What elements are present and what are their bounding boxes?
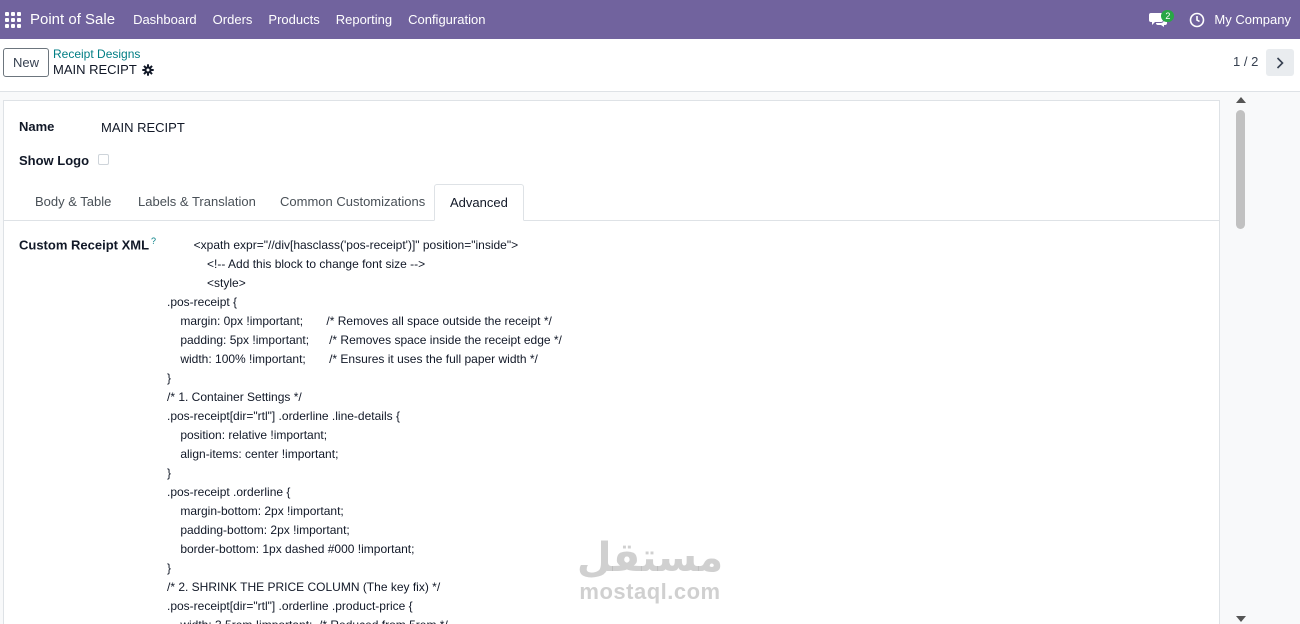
breadcrumb-receipt-designs[interactable]: Receipt Designs	[53, 47, 140, 61]
menu-orders[interactable]: Orders	[213, 12, 253, 27]
code-line: margin-bottom: 2px !important;	[167, 504, 344, 518]
scroll-down-arrow-icon[interactable]	[1236, 616, 1246, 622]
code-line: <xpath expr="//div[hasclass('pos-receipt…	[167, 238, 519, 252]
menu-reporting[interactable]: Reporting	[336, 12, 392, 27]
navbar-systray: 2 My Company	[1149, 0, 1291, 39]
code-line: position: relative !important;	[167, 428, 328, 442]
name-label: Name	[19, 119, 55, 134]
chat-badge: 2	[1161, 9, 1175, 22]
pager-value[interactable]: 1 / 2	[1233, 54, 1258, 69]
scroll-thumb[interactable]	[1236, 110, 1245, 229]
watermark: مستقل mostaql.com	[570, 536, 730, 604]
tab-labels-translation[interactable]: Labels & Translation	[123, 184, 271, 220]
watermark-latin: mostaql.com	[579, 579, 721, 604]
control-panel: New Receipt Designs MAIN RECIPT 1 / 2	[0, 39, 1300, 92]
menu-products[interactable]: Products	[268, 12, 319, 27]
vertical-scrollbar[interactable]	[1231, 92, 1250, 624]
watermark-arabic: مستقل	[576, 535, 724, 581]
code-line: width: 100% !important; /* Ensures it us…	[167, 352, 538, 366]
gear-icon[interactable]	[142, 63, 154, 76]
company-switcher[interactable]: My Company	[1214, 12, 1291, 27]
menu-configuration[interactable]: Configuration	[408, 12, 485, 27]
code-line: width: 3.5rem !important; /* Reduced fro…	[167, 616, 562, 624]
apps-grid-icon[interactable]	[5, 11, 21, 28]
code-line: <!-- Add this block to change font size …	[167, 257, 426, 271]
record-title: MAIN RECIPT	[53, 62, 154, 77]
code-line: /* 1. Container Settings */	[167, 390, 302, 404]
custom-receipt-xml-editor[interactable]: <xpath expr="//div[hasclass('pos-receipt…	[167, 236, 562, 624]
scroll-up-arrow-icon[interactable]	[1236, 97, 1246, 103]
app-brand[interactable]: Point of Sale	[30, 11, 115, 28]
menu-dashboard[interactable]: Dashboard	[133, 12, 197, 27]
record-title-text: MAIN RECIPT	[53, 62, 137, 77]
code-line: .pos-receipt[dir="rtl"] .orderline .line…	[167, 409, 400, 423]
code-line: .pos-receipt .orderline {	[167, 485, 291, 499]
code-line: <style>	[167, 276, 246, 290]
chevron-right-icon	[1276, 56, 1284, 69]
tab-body-table[interactable]: Body & Table	[20, 184, 126, 220]
tab-advanced[interactable]: Advanced	[434, 184, 524, 221]
custom-receipt-xml-label-text: Custom Receipt XML	[19, 237, 150, 253]
top-navbar: Point of Sale Dashboard Orders Products …	[0, 0, 1300, 39]
code-line: margin: 0px !important; /* Removes all s…	[167, 314, 552, 328]
chat-icon[interactable]: 2	[1149, 9, 1175, 31]
help-tooltip-icon[interactable]: ?	[151, 236, 156, 246]
code-line: .pos-receipt {	[167, 295, 238, 309]
code-line: }	[167, 371, 172, 385]
code-line: padding-bottom: 2px !important;	[167, 523, 350, 537]
code-line: .pos-receipt[dir="rtl"] .orderline .prod…	[167, 599, 413, 613]
code-line: align-items: center !important;	[167, 447, 339, 461]
new-button[interactable]: New	[3, 48, 49, 77]
show-logo-label: Show Logo	[19, 153, 90, 168]
pager-next-button[interactable]	[1266, 49, 1294, 76]
code-line: padding: 5px !important; /* Removes spac…	[167, 333, 562, 347]
code-line: border-bottom: 1px dashed #000 !importan…	[167, 542, 415, 556]
name-field[interactable]: MAIN RECIPT	[101, 120, 185, 135]
tab-common-customizations[interactable]: Common Customizations	[265, 184, 440, 220]
code-line: /* 2. SHRINK THE PRICE COLUMN (The key f…	[167, 580, 441, 594]
code-line: }	[167, 561, 172, 575]
show-logo-checkbox[interactable]	[98, 154, 109, 165]
clock-icon[interactable]	[1189, 12, 1205, 28]
notebook-tabs: Body & Table Labels & Translation Common…	[4, 184, 1219, 221]
code-line: }	[167, 466, 172, 480]
custom-receipt-xml-label: Custom Receipt XML?	[19, 236, 156, 252]
